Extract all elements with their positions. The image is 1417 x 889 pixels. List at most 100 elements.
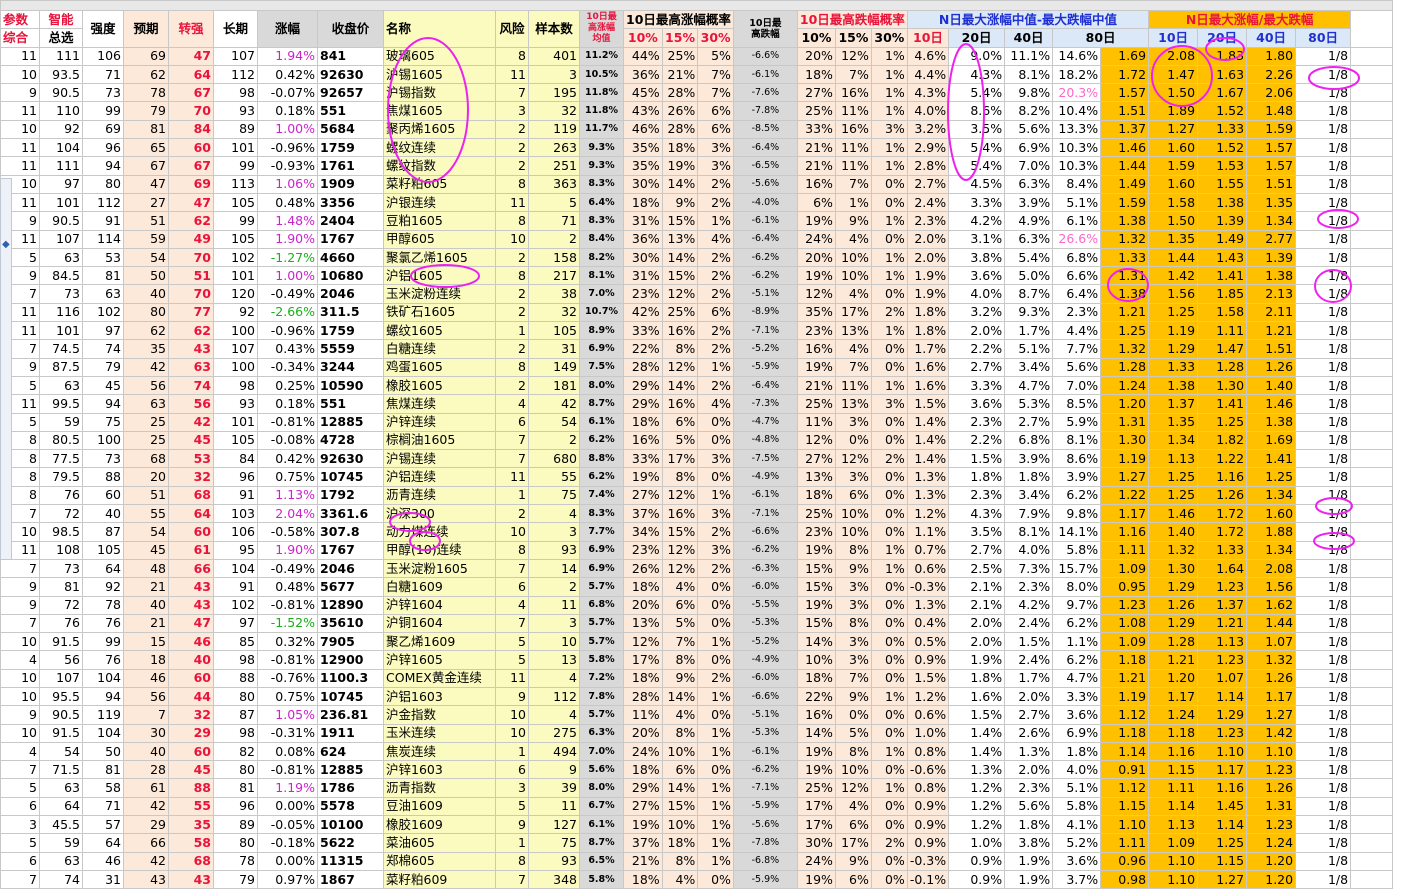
cell-turn-strong[interactable]: 60 <box>168 138 214 158</box>
cell-ratio10[interactable]: 1.23 <box>1100 595 1150 615</box>
cell-range10[interactable]: 0.6% <box>906 558 950 579</box>
table-row[interactable]: 7 73 63 40 70 120 -0.49% 2046 玉米淀粉连续 2 38 7.0% 23% 12… <box>0 284 1394 304</box>
cell-expected[interactable]: 68 <box>123 449 169 469</box>
cell-ratio20[interactable]: 1.89 <box>1148 101 1199 121</box>
cell-median-down[interactable]: -5.1% <box>732 284 798 304</box>
cell-long-term[interactable]: 107 <box>213 46 258 66</box>
cell-name[interactable]: 螺纹指数 <box>383 156 496 176</box>
cell-p15[interactable]: 12% <box>661 558 699 579</box>
cell-range20[interactable]: 3.5% <box>948 522 1006 542</box>
cell-p10[interactable]: 30% <box>623 174 663 194</box>
cell-ratio10[interactable]: 1.09 <box>1100 632 1150 652</box>
cell-median-up[interactable]: 5.8% <box>579 869 624 889</box>
cell-range80[interactable]: 1.1% <box>1052 632 1102 652</box>
cell-long-term[interactable]: 79 <box>213 869 258 889</box>
cell-total[interactable]: 99.5 <box>39 394 83 414</box>
cell-turn-strong[interactable]: 46 <box>168 632 214 652</box>
table-row[interactable]: 7 71.5 81 28 45 80 -0.81% 12885 沪锌1603 6 9 5.6% 18% 6… <box>0 760 1394 780</box>
cell-p10[interactable]: 18% <box>623 577 663 597</box>
cell-p15[interactable]: 4% <box>661 577 699 597</box>
cell-ratio10[interactable]: 1.28 <box>1100 357 1150 377</box>
cell-dp30[interactable]: 0% <box>870 467 908 487</box>
cell-total[interactable]: 63 <box>39 375 83 396</box>
cell-range10[interactable]: 4.4% <box>906 64 950 85</box>
cell-range40[interactable]: 5.0% <box>1004 266 1054 286</box>
cell-close[interactable]: 92657 <box>317 83 384 103</box>
cell-change[interactable]: 1.13% <box>257 485 318 506</box>
cell-median-up[interactable]: 8.3% <box>579 504 624 524</box>
cell-ratio80[interactable]: 1.23 <box>1246 815 1297 835</box>
cell-name[interactable]: 沪锌1605 <box>383 650 496 670</box>
cell-total[interactable]: 95.5 <box>39 686 83 707</box>
cell-total[interactable]: 101 <box>39 192 83 213</box>
cell-range10[interactable]: -0.1% <box>906 869 950 889</box>
cell-p15[interactable]: 15% <box>661 796 699 817</box>
cell-samples[interactable]: 217 <box>528 266 580 286</box>
cell-median-up[interactable]: 9.3% <box>579 138 624 158</box>
cell-range80[interactable]: 6.8% <box>1052 247 1102 268</box>
cell-dp15[interactable]: 17% <box>834 302 872 323</box>
cell-extra[interactable]: 1/8 <box>1295 613 1352 634</box>
cell-extra[interactable]: 1/8 <box>1295 796 1352 817</box>
cell-risk[interactable]: 7 <box>495 83 529 103</box>
table-row[interactable]: 9 84.5 81 50 51 101 1.00% 10680 沪铝1605 8 217 8.1% 31… <box>0 266 1394 286</box>
cell-ratio20[interactable]: 1.11 <box>1148 778 1199 798</box>
cell-range20[interactable]: 1.8% <box>948 467 1006 487</box>
cell-risk[interactable]: 7 <box>495 430 529 451</box>
cell-dp30[interactable]: 0% <box>870 577 908 597</box>
cell-range80[interactable]: 8.4% <box>1052 174 1102 194</box>
cell-median-up[interactable]: 5.7% <box>579 705 624 725</box>
cell-composite[interactable]: 4 <box>0 741 40 762</box>
table-row[interactable]: 9 72 78 40 43 102 -0.81% 12890 沪锌1604 4 11 6.8% 20% 6… <box>0 595 1394 615</box>
cell-range40[interactable]: 7.0% <box>1004 156 1054 176</box>
cell-p30[interactable]: 0% <box>697 650 734 670</box>
cell-range80[interactable]: 5.9% <box>1052 412 1102 432</box>
cell-strength[interactable]: 94 <box>82 394 124 414</box>
cell-ratio80[interactable]: 1.25 <box>1246 467 1297 487</box>
cell-dp15[interactable]: 3% <box>834 595 872 615</box>
cell-ratio20[interactable]: 1.10 <box>1148 869 1199 889</box>
cell-long-term[interactable]: 99 <box>213 156 258 176</box>
cell-change[interactable]: -0.58% <box>257 522 318 542</box>
cell-range20[interactable]: 2.3% <box>948 485 1006 506</box>
cell-expected[interactable]: 51 <box>123 485 169 506</box>
cell-risk[interactable]: 11 <box>495 64 529 85</box>
table-row[interactable]: 3 45.5 57 29 35 89 -0.05% 10100 橡胶1609 9 127 6.1% 19… <box>0 815 1394 835</box>
cell-risk[interactable]: 2 <box>495 302 529 323</box>
cell-median-up[interactable]: 7.7% <box>579 522 624 542</box>
cell-expected[interactable]: 7 <box>123 705 169 725</box>
cell-change[interactable]: 1.48% <box>257 211 318 231</box>
cell-dp15[interactable]: 4% <box>834 284 872 304</box>
cell-median-up[interactable]: 6.9% <box>579 540 624 560</box>
cell-ratio80[interactable]: 1.27 <box>1246 705 1297 725</box>
cell-dp15[interactable]: 10% <box>834 247 872 268</box>
cell-p10[interactable]: 30% <box>623 247 663 268</box>
cell-dp15[interactable]: 6% <box>834 869 872 889</box>
cell-median-down[interactable]: -5.9% <box>732 869 798 889</box>
cell-turn-strong[interactable]: 84 <box>168 119 214 140</box>
cell-p15[interactable]: 18% <box>661 833 699 853</box>
cell-median-down[interactable]: -5.5% <box>732 595 798 615</box>
cell-dp30[interactable]: 0% <box>870 522 908 542</box>
cell-range10[interactable]: 1.8% <box>906 302 950 323</box>
cell-ratio20[interactable]: 1.35 <box>1148 412 1199 432</box>
cell-turn-strong[interactable]: 66 <box>168 558 214 579</box>
cell-range10[interactable]: 1.6% <box>906 357 950 377</box>
cell-name[interactable]: 沥青指数 <box>383 778 496 798</box>
cell-name[interactable]: 螺纹连续 <box>383 138 496 158</box>
cell-ratio80[interactable]: 1.20 <box>1246 869 1297 889</box>
cell-range80[interactable]: 6.4% <box>1052 284 1102 304</box>
cell-ratio40[interactable]: 1.55 <box>1197 174 1248 194</box>
cell-name[interactable]: 鸡蛋1605 <box>383 357 496 377</box>
cell-dp10[interactable]: 16% <box>796 174 836 194</box>
cell-ratio20[interactable]: 1.13 <box>1148 449 1199 469</box>
cell-ratio10[interactable]: 1.51 <box>1100 101 1150 121</box>
cell-median-up[interactable]: 5.8% <box>579 650 624 670</box>
cell-p15[interactable]: 7% <box>661 632 699 652</box>
cell-range40[interactable]: 5.4% <box>1004 247 1054 268</box>
cell-dp15[interactable]: 5% <box>834 723 872 743</box>
cell-risk[interactable]: 7 <box>495 558 529 579</box>
cell-ratio40[interactable]: 1.25 <box>1197 833 1248 853</box>
cell-name[interactable]: 沪锌连续 <box>383 412 496 432</box>
cell-range40[interactable]: 1.7% <box>1004 321 1054 341</box>
